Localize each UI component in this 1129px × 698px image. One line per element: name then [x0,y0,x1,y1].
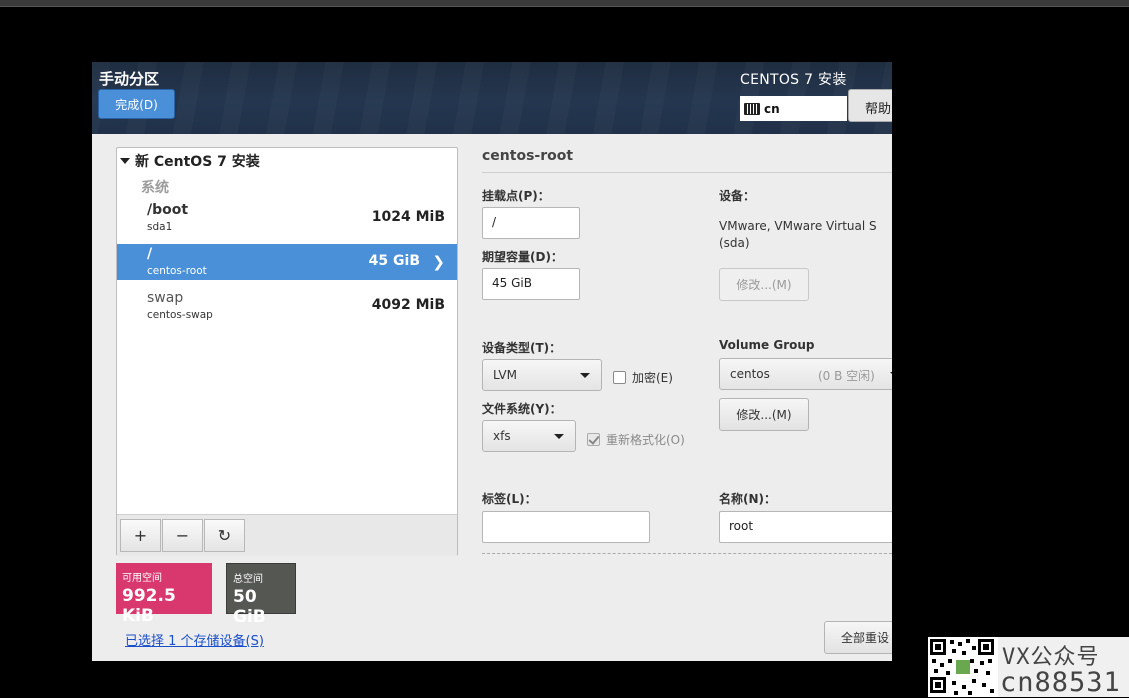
reformat-label: 重新格式化(O) [606,433,685,447]
remove-partition-button[interactable]: − [162,519,203,552]
detail-title: centos-root [482,148,574,164]
keyboard-layout-label: cn [764,101,780,116]
reformat-checkbox[interactable] [587,433,600,446]
partition-device: centos-root [147,265,207,277]
capacity-label: 期望容量(D)： [482,250,563,264]
filesystem-label: 文件系统(Y)： [482,402,562,416]
volume-group-dropdown[interactable]: centos (0 B 空闲) [719,358,892,390]
encrypt-label: 加密(E) [632,371,673,385]
help-button[interactable]: 帮助 [848,89,892,122]
volume-group-value: centos [730,367,770,381]
watermark-line2: cn88531 [1000,667,1121,698]
tree-root-label: 新 CentOS 7 安装 [135,154,260,170]
header-bar: 手动分区 完成(D) CENTOS 7 安装 cn 帮助 [92,62,892,134]
partition-item-boot[interactable]: /boot sda1 1024 MiB [117,200,457,236]
encrypt-checkbox[interactable] [613,371,626,384]
dropdown-arrow-icon [580,373,590,378]
partition-mount: swap [147,290,184,306]
watermark: VX公众号 cn88531 [998,637,1129,698]
tree-root-node[interactable]: 新 CentOS 7 安装 [120,151,260,171]
partition-size: 1024 MiB [371,209,445,225]
chevron-right-icon: ❯ [432,253,445,271]
partition-mount: / [147,246,153,262]
device-type-value: LVM [493,368,517,382]
partition-size: 4092 MiB [371,297,445,313]
device-type-dropdown[interactable]: LVM [482,359,602,391]
total-space-label: 总空间 [233,574,263,585]
modify-volume-group-button[interactable]: 修改...(M) [719,398,809,431]
partition-device: centos-swap [147,309,213,321]
partition-device: sda1 [147,221,173,233]
name-label: 名称(N)： [719,492,777,506]
device-label: 设备： [719,189,756,203]
tag-input[interactable] [482,511,650,543]
mount-point-input[interactable]: / [482,207,580,239]
filesystem-dropdown[interactable]: xfs [482,420,576,452]
name-input[interactable]: root [719,511,892,543]
volume-group-free: (0 B 空闲) [818,369,875,383]
partition-tree-panel: 新 CentOS 7 安装 系统 /boot sda1 1024 MiB / c… [116,147,458,556]
tag-label: 标签(L)： [482,492,537,506]
dropdown-arrow-icon [890,372,892,377]
device-value-line1: VMware, VMware Virtual S [719,219,877,233]
keyboard-icon [744,102,760,115]
partition-toolbar: + − ↻ [117,514,457,556]
reset-all-button[interactable]: 全部重设 [824,621,892,654]
total-space-value: 50 GiB [233,587,266,627]
available-space-box: 可用空间 992.5 KiB [116,563,212,626]
device-value-line2: (sda) [719,236,750,250]
partition-item-swap[interactable]: swap centos-swap 4092 MiB [117,288,457,324]
product-title: CENTOS 7 安装 [740,72,847,88]
refresh-button[interactable]: ↻ [204,519,245,552]
dropdown-arrow-icon [554,434,564,439]
total-space-box: 总空间 50 GiB [226,563,296,627]
capacity-input[interactable]: 45 GiB [482,268,580,300]
top-system-bar [0,0,1129,7]
volume-group-label: Volume Group [719,338,815,352]
page-title: 手动分区 [99,70,160,88]
partition-size: 45 GiB [368,253,420,269]
done-button[interactable]: 完成(D) [98,89,175,119]
device-type-label: 设备类型(T)： [482,341,562,355]
selected-storage-link[interactable]: 已选择 1 个存储设备(S) [125,630,264,649]
partition-mount: /boot [147,202,189,218]
divider [482,553,892,554]
filesystem-value: xfs [493,429,511,443]
installer-window: 手动分区 完成(D) CENTOS 7 安装 cn 帮助 新 CentOS 7 … [92,62,892,661]
qr-code-image [928,637,998,697]
expand-triangle-icon[interactable] [120,158,130,164]
available-space-label: 可用空间 [122,573,162,584]
modify-device-button[interactable]: 修改...(M) [719,268,809,301]
partition-item-root[interactable]: / centos-root 45 GiB ❯ [117,244,457,280]
keyboard-layout-indicator[interactable]: cn [740,96,847,121]
category-label: 系统 [141,180,169,196]
add-partition-button[interactable]: + [120,519,161,552]
available-space-value: 992.5 KiB [122,586,176,626]
mount-point-label: 挂载点(P)： [482,189,550,203]
